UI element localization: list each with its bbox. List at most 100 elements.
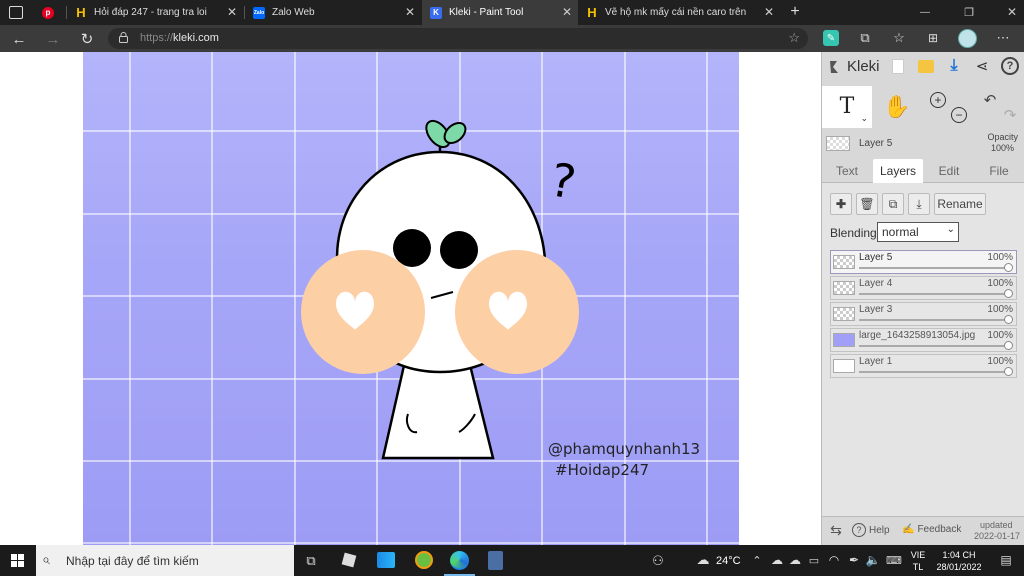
forward-icon[interactable]: → bbox=[44, 30, 62, 48]
tab-pinterest[interactable]: p bbox=[34, 0, 64, 25]
pen-icon[interactable]: ✒ bbox=[846, 553, 862, 567]
layer-row[interactable]: Layer 1 100% bbox=[830, 354, 1017, 378]
rename-layer-button[interactable]: Rename bbox=[934, 193, 986, 215]
extension-pen-icon[interactable]: ✎ bbox=[823, 30, 839, 46]
onedrive-icon[interactable]: ☁ bbox=[769, 553, 785, 567]
open-folder-icon[interactable] bbox=[918, 60, 934, 73]
help-circle-icon[interactable]: ? bbox=[1001, 57, 1019, 75]
layer-row[interactable]: Layer 5 100% bbox=[830, 250, 1017, 274]
taskbar-search[interactable]: ⌕ Nhập tại đây để tìm kiếm bbox=[36, 545, 294, 576]
plus-icon: ✚ bbox=[835, 197, 847, 211]
duplicate-layer-button[interactable]: ⧉ bbox=[882, 193, 904, 215]
windows-taskbar: ⌕ Nhập tại đây để tìm kiếm ⧉ ⚇ ☁ 24°C ⌃ … bbox=[0, 545, 1024, 576]
task-view-icon[interactable]: ⧉ bbox=[303, 553, 319, 569]
opacity-label: Opacity bbox=[987, 132, 1018, 142]
tab-actions-icon[interactable] bbox=[9, 6, 23, 19]
calculator-icon[interactable] bbox=[488, 551, 503, 570]
back-icon[interactable]: ← bbox=[10, 30, 28, 48]
undo-icon[interactable]: ↶ bbox=[982, 92, 998, 109]
store-icon[interactable] bbox=[377, 552, 395, 568]
tab-text[interactable]: Text bbox=[822, 159, 872, 183]
hand-tool-icon[interactable]: ✋ bbox=[882, 92, 912, 122]
layer-thumb bbox=[833, 281, 855, 295]
layer-opacity-slider[interactable] bbox=[859, 293, 1010, 295]
tab-edit[interactable]: Edit bbox=[924, 159, 974, 183]
share-icon[interactable]: ⋖ bbox=[973, 57, 991, 75]
keyboard-icon[interactable]: ⌨ bbox=[886, 553, 902, 567]
cloud-icon[interactable]: ☁ bbox=[787, 553, 803, 567]
notifications-icon[interactable]: ▤ bbox=[998, 552, 1014, 568]
text-tool-button[interactable]: T ⌄ bbox=[822, 86, 872, 128]
tab-file[interactable]: File bbox=[974, 159, 1024, 183]
add-favorite-icon[interactable]: ☆ bbox=[788, 30, 800, 46]
url-host: kleki.com bbox=[173, 32, 219, 44]
clock[interactable]: 1:04 CH 28/01/2022 bbox=[932, 549, 986, 573]
app-icon[interactable] bbox=[415, 551, 433, 569]
close-icon[interactable]: ✕ bbox=[764, 5, 774, 19]
layer-row[interactable]: Layer 4 100% bbox=[830, 276, 1017, 300]
feedback-icon: ✍ bbox=[902, 524, 915, 535]
language-indicator[interactable]: VIE TL bbox=[907, 549, 929, 573]
new-tab-icon[interactable]: + bbox=[786, 3, 804, 21]
add-layer-button[interactable]: ✚ bbox=[830, 193, 852, 215]
favorites-icon[interactable]: ☆ bbox=[891, 30, 907, 46]
profile-avatar[interactable] bbox=[958, 29, 977, 48]
tab-kleki[interactable]: K Kleki - Paint Tool ✕ bbox=[422, 0, 578, 25]
restore-icon[interactable]: ❐ bbox=[962, 6, 976, 19]
tab-hoidap[interactable]: H Hỏi đáp 247 - trang tra loi ✕ bbox=[67, 0, 243, 25]
layer-opacity-slider[interactable] bbox=[859, 319, 1010, 321]
feedback-button[interactable]: ✍ Feedback bbox=[902, 524, 961, 535]
refresh-icon[interactable]: ↻ bbox=[78, 30, 96, 48]
layer-opacity-slider[interactable] bbox=[859, 267, 1010, 269]
close-icon[interactable]: ✕ bbox=[562, 5, 572, 19]
start-icon[interactable] bbox=[11, 554, 24, 567]
window-close-icon[interactable]: ✕ bbox=[1005, 5, 1019, 19]
blending-select[interactable]: normal ⌄ bbox=[877, 222, 959, 242]
trash-icon: 🗑 bbox=[859, 197, 875, 211]
tab-title: Vẽ hộ mk mấy cái nền caro trên bbox=[605, 7, 747, 18]
tab-layers[interactable]: Layers bbox=[873, 159, 923, 183]
wifi-icon[interactable]: ◠ bbox=[826, 553, 842, 567]
volume-icon[interactable]: 🔈 bbox=[865, 553, 881, 567]
extensions-icon[interactable]: ⧉ bbox=[857, 30, 873, 46]
layer-opacity-slider[interactable] bbox=[859, 345, 1010, 347]
tab-ve-ho[interactable]: H Vẽ hộ mk mấy cái nền caro trên ✕ bbox=[578, 0, 780, 25]
lock-icon bbox=[119, 32, 128, 43]
url-field[interactable]: https://kleki.com ☆ bbox=[108, 28, 808, 49]
weather-temp[interactable]: 24°C bbox=[716, 555, 741, 567]
kleki-icon: K bbox=[430, 6, 442, 19]
people-icon[interactable]: ⚇ bbox=[650, 553, 666, 569]
zoom-out-icon[interactable]: − bbox=[951, 107, 967, 123]
new-image-icon[interactable] bbox=[892, 59, 904, 74]
layer-row[interactable]: Layer 3 100% bbox=[830, 302, 1017, 326]
collections-icon[interactable]: ⊞ bbox=[925, 30, 941, 46]
layer-name: Layer 1 bbox=[859, 356, 893, 367]
layer-opacity-slider[interactable] bbox=[859, 371, 1010, 373]
chevron-up-icon[interactable]: ⌃ bbox=[751, 553, 763, 567]
edge-icon[interactable] bbox=[450, 551, 469, 570]
layer-opacity: 100% bbox=[987, 252, 1013, 263]
close-icon[interactable]: ✕ bbox=[227, 5, 237, 19]
url-scheme: https:// bbox=[140, 32, 174, 44]
weather-icon[interactable]: ☁ bbox=[694, 552, 712, 567]
tab-zalo[interactable]: Zalo Zalo Web ✕ bbox=[245, 0, 421, 25]
merge-layer-button[interactable]: ⤓ bbox=[908, 193, 930, 215]
layer-row[interactable]: large_1643258913054.jpg 100% bbox=[830, 328, 1017, 352]
redo-icon[interactable]: ↷ bbox=[1002, 107, 1018, 124]
close-icon[interactable]: ✕ bbox=[405, 5, 415, 19]
network-icon[interactable]: ▭ bbox=[806, 553, 822, 567]
tab-title: Hỏi đáp 247 - trang tra loi bbox=[94, 7, 207, 18]
layer-opacity: 100% bbox=[987, 278, 1013, 289]
zoom-in-icon[interactable]: + bbox=[930, 92, 946, 108]
browser-tab-strip: p H Hỏi đáp 247 - trang tra loi ✕ Zalo Z… bbox=[0, 0, 1024, 25]
more-menu-icon[interactable]: ⋯ bbox=[994, 30, 1012, 46]
merge-down-icon: ⤓ bbox=[916, 196, 922, 211]
drawing-canvas[interactable]: ? @phamquynhanh13 #Hoidap247 bbox=[83, 52, 739, 545]
roblox-icon[interactable] bbox=[341, 552, 357, 568]
help-button[interactable]: ? Help bbox=[852, 523, 890, 537]
download-icon[interactable]: ⤓ bbox=[946, 57, 962, 75]
swap-icon[interactable]: ⇆ bbox=[828, 522, 844, 538]
delete-layer-button[interactable]: 🗑 bbox=[856, 193, 878, 215]
minimize-icon[interactable]: — bbox=[918, 6, 932, 19]
address-bar: ← → ↻ https://kleki.com ☆ ✎ ⧉ ☆ ⊞ ⋯ bbox=[0, 25, 1024, 52]
